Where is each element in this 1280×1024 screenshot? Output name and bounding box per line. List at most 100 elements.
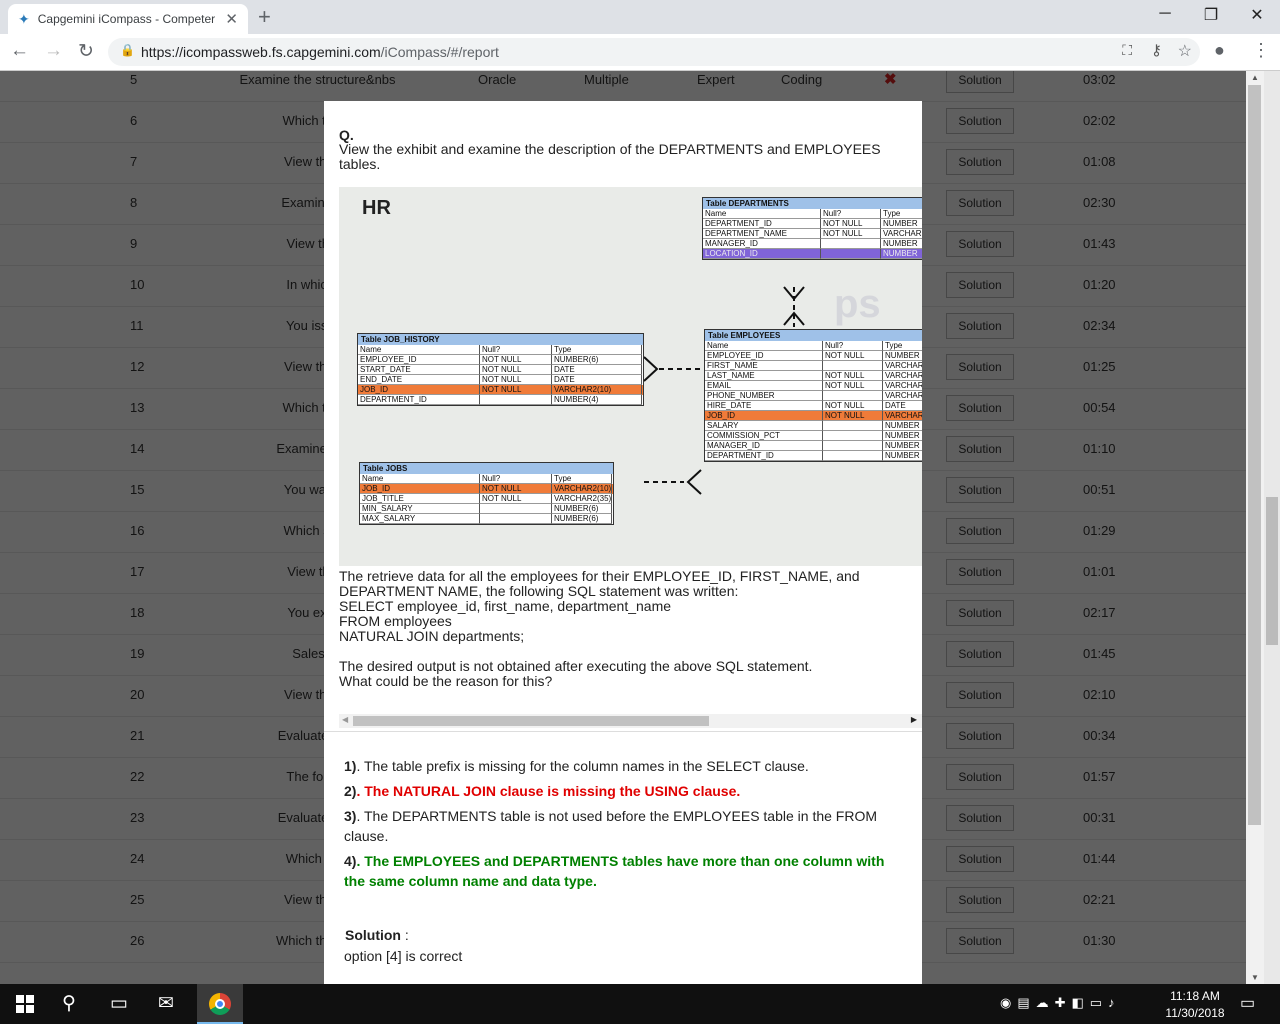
search-icon[interactable]: ⚲	[62, 992, 76, 1015]
job-history-table: Table JOB_HISTORY Name Null? Type EMPLOYEE_I…	[357, 333, 644, 406]
scroll-left-icon[interactable]: ◀	[342, 715, 348, 724]
scroll-thumb[interactable]	[353, 716, 709, 726]
body-line: NATURAL JOIN departments;	[339, 628, 525, 644]
exhibit-row: PHONE_NUMBER VARCHAR	[705, 391, 922, 401]
exhibit-cell: VARCHAR2(10)	[552, 484, 612, 494]
windows-taskbar: ⚲ ▭ ✉ ◉▤☁✚◧▭♪ 11:18 AM 11/30/2018 ▭	[0, 984, 1280, 1024]
exhibit-cell	[480, 514, 552, 524]
exhibit-cell	[821, 239, 881, 249]
option-3: 3). The DEPARTMENTS table is not used be…	[344, 808, 878, 844]
exhibit-table-title: Table EMPLOYEES	[705, 330, 922, 341]
exhibit-cell: VARCHAR	[883, 361, 922, 371]
extension-icon[interactable]: ⛶	[1122, 42, 1132, 59]
key-icon[interactable]: ⚷	[1151, 41, 1162, 59]
exhibit-cell: NUMBER(6)	[552, 504, 612, 514]
exhibit-cell: NUMBER	[883, 441, 922, 451]
clock-date: 11/30/2018	[1165, 1006, 1225, 1020]
browser-tab[interactable]: ✦ Capgemini iCompass - Competer ✕	[8, 4, 248, 34]
exhibit-table-title: Table JOB_HISTORY	[358, 334, 643, 345]
exhibit-cell: DEPARTMENT_ID	[705, 451, 823, 461]
browser-toolbar: ← → ↻ 🔒 https://icompassweb.fs.capgemini…	[0, 34, 1280, 71]
question-text: View the exhibit and examine the descrip…	[339, 141, 881, 172]
url-host: https://icompassweb.fs.capgemini.com	[141, 44, 381, 60]
minimize-button[interactable]: ─	[1142, 5, 1188, 23]
url-path: /iCompass/#/report	[380, 44, 499, 60]
page-scroll-thumb[interactable]	[1248, 85, 1261, 825]
body-line: SELECT employee_id, first_name, departme…	[339, 598, 672, 614]
menu-kebab-icon[interactable]: ⋮	[1252, 40, 1270, 61]
exhibit-cell: MIN_SALARY	[360, 504, 480, 514]
exhibit-image: HR ps Table DEPARTMENTS Name Null? Type DEPA…	[339, 187, 922, 566]
reload-button[interactable]: ↻	[78, 40, 94, 63]
exhibit-row: START_DATE NOT NULL DATE	[358, 365, 643, 375]
exhibit-cell: MANAGER_ID	[703, 239, 821, 249]
exhibit-cell	[480, 395, 552, 405]
exhibit-cell: DEPARTMENT_ID	[703, 219, 821, 229]
solution-heading: Solution :	[345, 927, 409, 943]
exhibit-cell: NOT NULL	[823, 411, 883, 421]
system-tray-icons[interactable]: ◉▤☁✚◧▭♪	[1000, 995, 1121, 1011]
exhibit-row: DEPARTMENT_ID NUMBER(4)	[358, 395, 643, 405]
body-line: FROM employees	[339, 613, 452, 629]
address-bar[interactable]: 🔒 https://icompassweb.fs.capgemini.com/i…	[108, 38, 1200, 66]
exhibit-cell: START_DATE	[358, 365, 480, 375]
exhibit-cell: Null?	[480, 345, 552, 355]
exhibit-cell: Null?	[821, 209, 881, 219]
forward-button[interactable]: →	[44, 40, 63, 62]
restore-button[interactable]: ❐	[1188, 5, 1234, 25]
chrome-taskbar-icon[interactable]	[197, 984, 243, 1024]
exhibit-row: EMPLOYEE_ID NOT NULL NUMBER	[705, 351, 922, 361]
exhibit-row: JOB_ID NOT NULL VARCHAR2(10)	[360, 484, 613, 494]
scroll-down-icon[interactable]: ▼	[1251, 973, 1259, 982]
exhibit-cell: Type	[552, 474, 612, 484]
exhibit-cell: NUMBER	[883, 451, 922, 461]
question-body: The retrieve data for all the employees …	[339, 569, 909, 689]
exhibit-cell: VARCHAR	[881, 229, 922, 239]
clock[interactable]: 11:18 AM 11/30/2018	[1160, 988, 1230, 1022]
exhibit-cell: DEPARTMENT_ID	[358, 395, 480, 405]
exhibit-cell: NOT NULL	[480, 355, 552, 365]
exhibit-cell	[821, 249, 881, 259]
windows-start-icon[interactable]	[16, 995, 34, 1013]
exhibit-cell: Type	[881, 209, 922, 219]
lock-icon: 🔒	[120, 43, 135, 57]
bookmark-star-icon[interactable]: ☆	[1178, 41, 1192, 61]
exhibit-cell: FIRST_NAME	[705, 361, 823, 371]
exhibit-cell: NUMBER(6)	[552, 355, 642, 365]
exhibit-cell: NOT NULL	[821, 229, 881, 239]
exhibit-row: LOCATION_ID NUMBER	[703, 249, 922, 259]
exhibit-row: MIN_SALARY NUMBER(6)	[360, 504, 613, 514]
exhibit-cell: JOB_ID	[360, 484, 480, 494]
exhibit-cell	[823, 451, 883, 461]
jobs-table: Table JOBS Name Null? Type JOB_ID NOT NULL VAR…	[359, 462, 614, 525]
exhibit-cell: VARCHAR	[883, 411, 922, 421]
question-modal: Q. View the exhibit and examine the desc…	[324, 101, 922, 984]
outer-scroll-thumb[interactable]	[1266, 497, 1278, 645]
close-window-button[interactable]: ✕	[1234, 5, 1280, 25]
exhibit-cell: NOT NULL	[480, 494, 552, 504]
scroll-right-icon[interactable]: ▶	[911, 715, 917, 724]
horizontal-scrollbar[interactable]: ◀ ▶	[339, 714, 922, 728]
exhibit-cell: LAST_NAME	[705, 371, 823, 381]
new-tab-button[interactable]: +	[258, 4, 271, 30]
notifications-icon[interactable]: ▭	[1240, 993, 1255, 1013]
exhibit-row: MAX_SALARY NUMBER(6)	[360, 514, 613, 524]
mail-icon[interactable]: ✉	[158, 992, 174, 1015]
scroll-up-icon[interactable]: ▲	[1251, 73, 1259, 82]
divider	[324, 731, 922, 732]
close-tab-icon[interactable]: ✕	[225, 10, 238, 28]
page-scrollbar[interactable]: ▲ ▼	[1246, 71, 1264, 984]
back-button[interactable]: ←	[10, 40, 29, 62]
task-view-icon[interactable]: ▭	[110, 992, 128, 1015]
exhibit-cell: SALARY	[705, 421, 823, 431]
body-line: DEPARTMENT NAME, the following SQL state…	[339, 583, 739, 599]
exhibit-row: END_DATE NOT NULL DATE	[358, 375, 643, 385]
outer-scrollbar[interactable]	[1264, 71, 1280, 984]
exhibit-cell	[823, 441, 883, 451]
exhibit-cell: VARCHAR2(35)	[552, 494, 612, 504]
tab-title: Capgemini iCompass - Competer	[37, 12, 216, 26]
exhibit-cell: NOT NULL	[821, 219, 881, 229]
exhibit-cell: EMPLOYEE_ID	[705, 351, 823, 361]
exhibit-cell	[823, 361, 883, 371]
profile-avatar-icon[interactable]: ●	[1214, 40, 1225, 61]
